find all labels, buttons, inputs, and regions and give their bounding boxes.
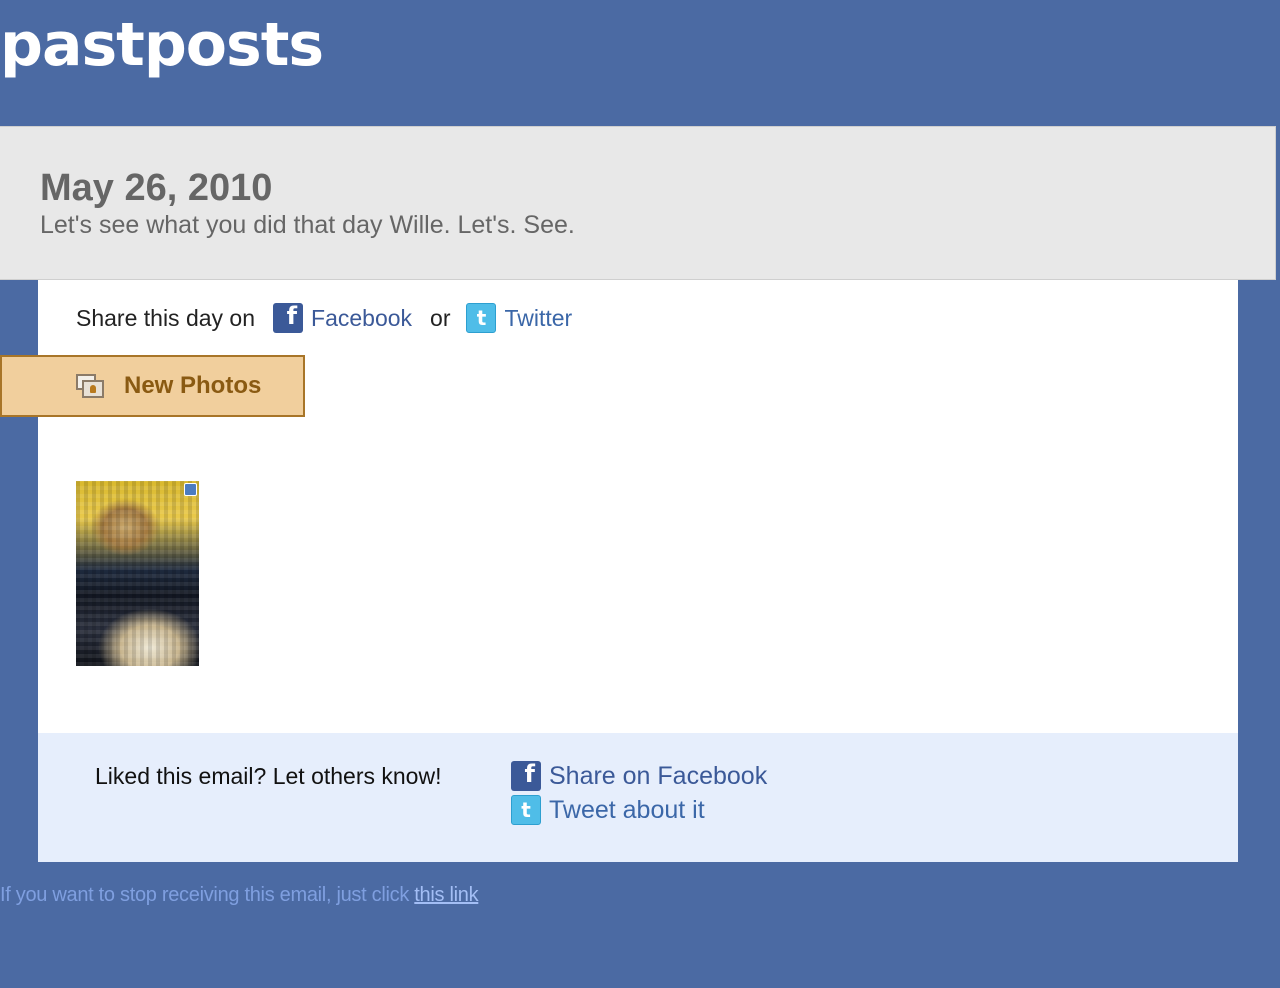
- unsubscribe-notice: If you want to stop receiving this email…: [0, 884, 479, 907]
- content-card: Share this day on f Facebook or t Twitte…: [38, 280, 1238, 734]
- share-on-facebook-link[interactable]: f Share on Facebook: [511, 760, 768, 791]
- facebook-icon: f: [511, 760, 541, 791]
- share-prefix-label: Share this day on: [76, 304, 256, 331]
- facebook-icon: f: [273, 302, 304, 333]
- or-label: or: [430, 304, 451, 331]
- twitter-icon: t: [466, 303, 497, 333]
- share-facebook-link[interactable]: f Facebook: [273, 302, 413, 333]
- photos-icon: [76, 374, 104, 398]
- twitter-icon: t: [511, 795, 541, 825]
- date-header: May 26, 2010 Let's see what you did that…: [0, 126, 1276, 280]
- new-photos-label: New Photos: [124, 372, 262, 399]
- share-facebook-label: Facebook: [311, 304, 413, 331]
- share-day-row: Share this day on f Facebook or t Twitte…: [76, 298, 572, 338]
- photo-thumbnail[interactable]: [76, 481, 199, 666]
- page-subtitle: Let's see what you did that day Wille. L…: [40, 211, 575, 239]
- new-photos-section-header: New Photos: [0, 355, 305, 417]
- share-on-facebook-label: Share on Facebook: [549, 761, 768, 790]
- unsubscribe-text: If you want to stop receiving this email…: [0, 884, 410, 906]
- liked-email-text: Liked this email? Let others know!: [95, 763, 442, 789]
- tweet-about-it-label: Tweet about it: [549, 795, 705, 824]
- page-title: May 26, 2010: [40, 167, 273, 209]
- footer-share-box: Liked this email? Let others know! f Sha…: [38, 733, 1238, 862]
- brand-logo: pastposts: [0, 10, 324, 80]
- tweet-about-it-link[interactable]: t Tweet about it: [511, 795, 767, 825]
- footer-share-links: f Share on Facebook t Tweet about it: [511, 760, 768, 829]
- share-twitter-link[interactable]: t Twitter: [466, 303, 572, 333]
- share-twitter-label: Twitter: [504, 304, 573, 331]
- unsubscribe-link[interactable]: this link: [414, 884, 478, 906]
